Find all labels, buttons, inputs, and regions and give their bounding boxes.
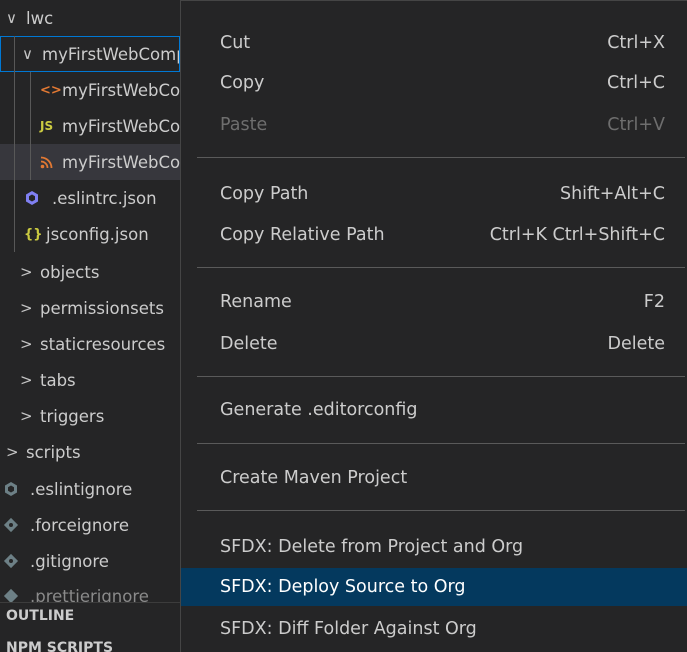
- menu-item-label: Copy: [220, 73, 265, 93]
- tree-file-html[interactable]: <> myFirstWebComponent.html: [0, 72, 180, 108]
- tree-item-label: .eslintignore: [30, 479, 133, 499]
- menu-item-shortcut: Ctrl+C: [606, 73, 665, 93]
- vscode-window: ∨ lwc ∨ myFirstWebComponent <> myFirstWe…: [0, 0, 687, 652]
- tree-file-jsconfig[interactable]: {} jsconfig.json: [0, 216, 180, 252]
- explorer-panel-headers: OUTLINE NPM SCRIPTS: [0, 602, 180, 652]
- tree-item-label: myFirstWebComponent.html: [62, 80, 180, 100]
- eslint-ignore-file-icon: [3, 481, 30, 497]
- tree-item-label: tabs: [40, 370, 76, 390]
- tree-file-js[interactable]: JS myFirstWebComponent.js: [0, 108, 180, 144]
- tree-folder-tabs[interactable]: > tabs: [0, 362, 180, 398]
- menu-item-rename[interactable]: Rename F2: [181, 284, 687, 320]
- menu-item-copy-path[interactable]: Copy Path Shift+Alt+C: [181, 176, 687, 212]
- menu-item-copy[interactable]: Copy Ctrl+C: [181, 65, 687, 101]
- chevron-right-icon: >: [20, 263, 33, 281]
- menu-item-sfdx-diff-folder-against-org[interactable]: SFDX: Diff Folder Against Org: [181, 611, 687, 647]
- menu-item-sfdx-deploy-source-to-org[interactable]: SFDX: Deploy Source to Org: [181, 568, 687, 606]
- tree-file-gitignore[interactable]: .gitignore: [0, 543, 180, 579]
- tree-folder-permissionsets[interactable]: > permissionsets: [0, 290, 180, 326]
- tree-item-label: lwc: [26, 8, 54, 28]
- menu-item-label: Cut: [220, 33, 251, 53]
- menu-item-label: Paste: [220, 115, 268, 135]
- menu-item-create-maven-project[interactable]: Create Maven Project: [181, 460, 687, 496]
- context-menu: Cut Ctrl+X Copy Ctrl+C Paste Ctrl+V Copy…: [180, 0, 687, 652]
- menu-item-label: Copy Path: [220, 184, 309, 204]
- tree-folder-objects[interactable]: > objects: [0, 254, 180, 290]
- menu-item-label: Rename: [220, 292, 292, 312]
- menu-item-sfdx-delete-from-project-and-org[interactable]: SFDX: Delete from Project and Org: [181, 529, 687, 565]
- tree-folder-triggers[interactable]: > triggers: [0, 398, 180, 434]
- chevron-right-icon: >: [20, 407, 33, 425]
- chevron-right-icon: >: [20, 299, 33, 317]
- tree-item-label: .gitignore: [30, 551, 109, 571]
- tree-item-label: triggers: [40, 406, 105, 426]
- menu-separator: [197, 443, 685, 444]
- tree-item-label: scripts: [26, 442, 81, 462]
- tree-file-eslintrc[interactable]: .eslintrc.json: [0, 180, 180, 216]
- menu-item-label: Generate .editorconfig: [220, 400, 418, 420]
- menu-separator: [197, 267, 685, 268]
- tree-item-label: .forceignore: [30, 515, 129, 535]
- tree-item-label: jsconfig.json: [46, 224, 149, 244]
- tree-folder-myfirstwebcomponent[interactable]: ∨ myFirstWebComponent: [0, 36, 180, 72]
- chevron-right-icon: >: [20, 371, 33, 389]
- tree-item-label: staticresources: [40, 334, 166, 354]
- xml-rss-file-icon: [40, 155, 62, 170]
- chevron-down-icon: ∨: [22, 45, 33, 63]
- html-file-icon: <>: [40, 82, 62, 98]
- menu-separator: [197, 157, 685, 158]
- menu-item-paste[interactable]: Paste Ctrl+V: [181, 107, 687, 143]
- menu-item-shortcut: Ctrl+V: [607, 115, 665, 135]
- menu-item-cut[interactable]: Cut Ctrl+X: [181, 25, 687, 61]
- js-file-icon: JS: [40, 119, 54, 133]
- tree-folder-staticresources[interactable]: > staticresources: [0, 326, 180, 362]
- tree-item-label: myFirstWebComponent.js-meta.xml: [62, 152, 180, 172]
- chevron-right-icon: >: [20, 335, 33, 353]
- tree-item-label: objects: [40, 262, 100, 282]
- menu-item-label: SFDX: Deploy Source to Org: [220, 577, 466, 597]
- eslint-file-icon: [24, 190, 52, 206]
- tree-file-eslintignore[interactable]: .eslintignore: [0, 471, 180, 507]
- tree-item-label: myFirstWebComponent: [42, 44, 180, 64]
- tree-file-js-meta-xml[interactable]: myFirstWebComponent.js-meta.xml: [0, 144, 180, 180]
- menu-item-shortcut: Ctrl+X: [607, 33, 665, 53]
- menu-item-label: Copy Relative Path: [220, 225, 385, 245]
- tree-folder-lwc[interactable]: ∨ lwc: [0, 0, 180, 36]
- tree-item-label: myFirstWebComponent.js: [62, 116, 180, 136]
- menu-item-shortcut: F2: [643, 292, 665, 312]
- npm-scripts-panel-header[interactable]: NPM SCRIPTS: [6, 640, 113, 652]
- tree-file-forceignore[interactable]: .forceignore: [0, 507, 180, 543]
- menu-item-shortcut: Delete: [607, 334, 666, 354]
- menu-item-label: SFDX: Delete from Project and Org: [220, 537, 524, 557]
- chevron-right-icon: >: [6, 443, 19, 461]
- json-file-icon: {}: [24, 226, 43, 242]
- menu-item-label: Create Maven Project: [220, 468, 408, 488]
- tree-folder-scripts[interactable]: > scripts: [0, 434, 180, 470]
- tree-item-label: permissionsets: [40, 298, 164, 318]
- menu-item-copy-relative-path[interactable]: Copy Relative Path Ctrl+K Ctrl+Shift+C: [181, 217, 687, 253]
- ignore-file-icon: [3, 517, 30, 533]
- menu-item-label: Delete: [220, 334, 278, 354]
- menu-separator: [197, 376, 685, 377]
- tree-item-label: .eslintrc.json: [52, 188, 157, 208]
- git-ignore-file-icon: [3, 553, 30, 569]
- menu-item-generate-editorconfig[interactable]: Generate .editorconfig: [181, 392, 687, 428]
- menu-separator: [197, 510, 685, 511]
- explorer-sidebar: ∨ lwc ∨ myFirstWebComponent <> myFirstWe…: [0, 0, 180, 652]
- chevron-down-icon: ∨: [6, 9, 17, 27]
- outline-panel-header[interactable]: OUTLINE: [6, 608, 74, 624]
- menu-item-shortcut: Ctrl+K Ctrl+Shift+C: [489, 225, 665, 245]
- menu-item-label: SFDX: Diff Folder Against Org: [220, 619, 477, 639]
- menu-item-delete[interactable]: Delete Delete: [181, 326, 687, 362]
- menu-item-shortcut: Shift+Alt+C: [559, 184, 665, 204]
